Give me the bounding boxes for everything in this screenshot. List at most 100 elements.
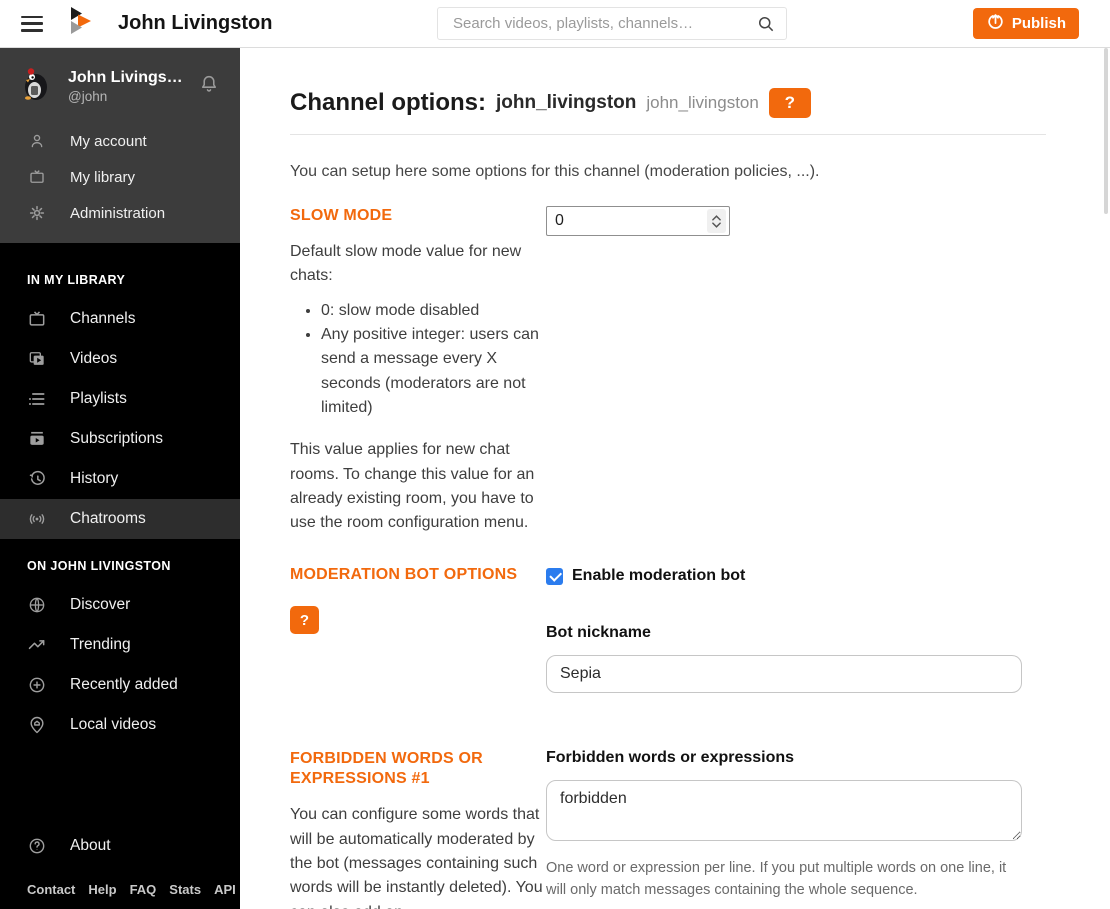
sidebar-item-label: Subscriptions [70,430,164,447]
sidebar-item-subscriptions[interactable]: Subscriptions [0,419,240,459]
slow-mode-bullet: Any positive integer: users can send a m… [321,323,546,420]
channel-name: john_livingston [495,92,637,113]
sidebar-sections: IN MY LIBRARY Channels Videos Playlists … [0,243,240,909]
sidebar-item-label: Trending [70,636,131,653]
sidebar-item-my-library[interactable]: My library [0,159,240,195]
slow-mode-input[interactable] [546,206,730,236]
videos-icon [27,349,47,369]
sidebar-item-administration[interactable]: Administration [0,195,240,231]
enable-bot-checkbox[interactable] [546,567,563,585]
question-circle-icon [27,836,47,856]
forbidden-words-description: You can configure some words that will b… [290,806,543,909]
subscriptions-icon [27,429,47,449]
tv-icon [27,309,47,329]
enable-bot-label[interactable]: Enable moderation bot [572,567,745,585]
search-input[interactable] [438,8,786,39]
footer-link-contact[interactable]: Contact [27,882,75,897]
section-title-on-instance: ON JOHN LIVINGSTON [27,559,171,573]
section-title-in-my-library: IN MY LIBRARY [27,273,126,287]
home-pin-icon [27,715,47,735]
upload-icon [986,12,1005,35]
sidebar-item-playlists[interactable]: Playlists [0,379,240,419]
sidebar-item-my-account[interactable]: My account [0,123,240,159]
tv-icon [27,167,47,187]
sidebar-item-label: Discover [70,596,131,613]
help-button[interactable]: ? [768,88,811,118]
moderation-bot-label-col: MODERATION BOT OPTIONS ? [290,565,546,693]
forbidden-words-label-col: FORBIDDEN WORDS OR EXPRESSIONS #1 You ca… [290,749,546,909]
sidebar-item-label: History [70,470,119,487]
slow-mode-heading: SLOW MODE [290,207,393,224]
number-spinner[interactable] [707,209,726,233]
forbidden-words-field-label: Forbidden words or expressions [546,749,795,767]
sidebar-item-label: Administration [70,204,166,222]
instance-title: John Livingston [118,12,273,34]
sidebar-item-about[interactable]: About [0,826,240,866]
user-name: John Livings… [68,69,183,86]
search-box [437,7,787,40]
footer-links: Contact Help FAQ Stats API [0,866,240,899]
user-handle: @john [68,89,108,104]
sidebar-item-label: Playlists [70,390,127,407]
slow-mode-row: SLOW MODE Default slow mode value for ne… [290,206,1046,535]
sidebar-item-channels[interactable]: Channels [0,299,240,339]
forbidden-words-heading: FORBIDDEN WORDS OR EXPRESSIONS #1 [290,750,483,788]
forbidden-words-helper: One word or expression per line. If you … [546,860,1007,899]
bot-nickname-input[interactable] [546,655,1022,694]
sidebar-item-label: About [70,837,111,854]
scrollbar[interactable] [1104,48,1108,214]
history-clock-icon [27,469,47,489]
slow-mode-bullet: 0: slow mode disabled [321,299,546,323]
sidebar-item-discover[interactable]: Discover [0,585,240,625]
page-title: Channel options: [290,89,486,116]
peertube-logo-icon [71,7,93,40]
publish-label: Publish [1011,15,1066,32]
slow-mode-number-field [546,206,730,236]
sidebar-footer: About Contact Help FAQ Stats API [0,826,240,909]
slow-mode-description: Default slow mode value for new chats: [290,243,522,285]
bot-nickname-label: Bot nickname [546,624,651,642]
slow-mode-note: This value applies for new chat rooms. T… [290,441,535,532]
avatar [16,64,56,109]
moderation-bot-heading: MODERATION BOT OPTIONS [290,566,518,584]
sidebar-item-label: Recently added [70,676,178,693]
channel-display-name: john_livingston [646,93,759,112]
moderation-bot-help-button[interactable]: ? [290,606,319,635]
sidebar-item-local-videos[interactable]: Local videos [0,705,240,745]
search-icon[interactable] [756,14,776,39]
footer-link-help[interactable]: Help [88,882,116,897]
slow-mode-bullets: 0: slow mode disabled Any positive integ… [290,299,546,421]
footer-link-api[interactable]: API [214,882,236,897]
notifications-bell-icon[interactable] [198,73,220,100]
sidebar-item-videos[interactable]: Videos [0,339,240,379]
account-menu: My account My library Administration [0,119,240,243]
playlist-icon [27,389,47,409]
sidebar-item-recently-added[interactable]: Recently added [0,665,240,705]
forbidden-words-row: FORBIDDEN WORDS OR EXPRESSIONS #1 You ca… [290,749,1046,909]
user-zone[interactable]: John Livings… @john [0,48,240,119]
sidebar-item-label: Chatrooms [70,510,146,527]
main-content: Channel options: john_livingston john_li… [240,48,1110,909]
forbidden-words-textarea[interactable]: forbidden [546,780,1022,842]
slow-mode-control-col [546,206,1022,535]
footer-link-faq[interactable]: FAQ [130,882,157,897]
sidebar-item-chatrooms[interactable]: Chatrooms [0,499,240,539]
plus-circle-icon [27,675,47,695]
hamburger-menu-icon[interactable] [21,15,43,32]
sidebar-item-trending[interactable]: Trending [0,625,240,665]
sidebar-item-label: Channels [70,310,136,327]
instance-brand[interactable]: John Livingston [71,7,272,40]
sidebar-item-history[interactable]: History [0,459,240,499]
globe-icon [27,595,47,615]
broadcast-icon [27,509,47,529]
moderation-bot-control-col: Enable moderation bot Bot nickname [546,565,1022,694]
slow-mode-label-col: SLOW MODE Default slow mode value for ne… [290,206,546,535]
enable-bot-field: Enable moderation bot [546,567,1022,585]
sidebar-item-label: Local videos [70,716,157,733]
footer-link-stats[interactable]: Stats [169,882,201,897]
gear-icon [27,203,47,223]
divider [290,134,1046,135]
publish-button[interactable]: Publish [972,8,1079,39]
sidebar-item-label: Videos [70,350,118,367]
sidebar: John Livings… @john My account My librar… [0,48,240,909]
